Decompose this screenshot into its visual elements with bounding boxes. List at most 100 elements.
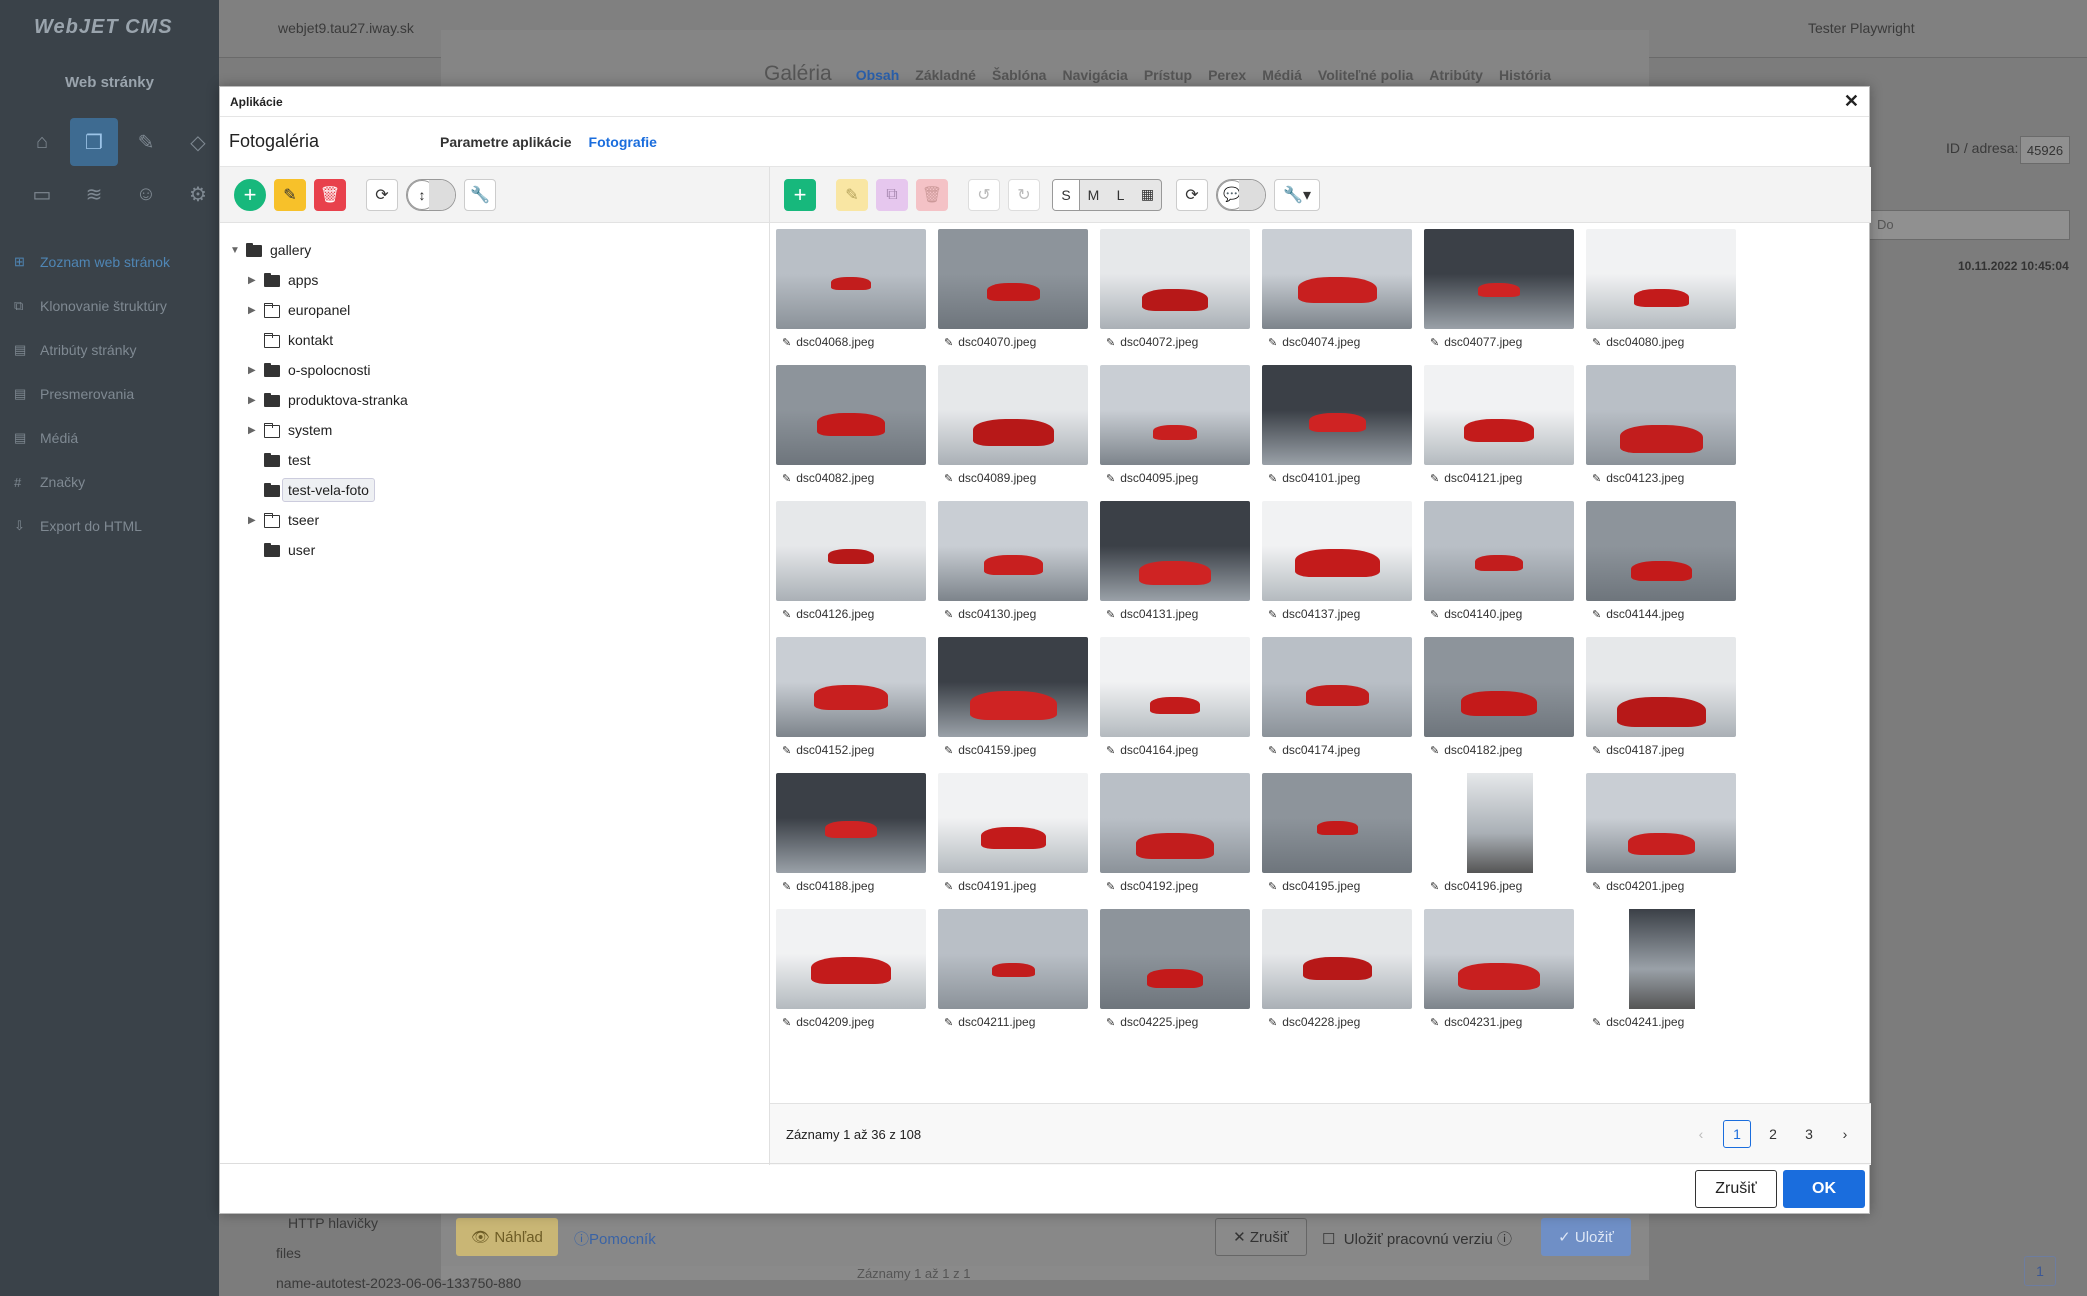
tab-parametre[interactable]: Parametre aplikácie xyxy=(440,134,572,150)
preview-button[interactable]: 👁 Náhľad xyxy=(456,1218,558,1256)
tree-item[interactable]: ▶ europanel xyxy=(230,295,769,325)
photo-item[interactable]: ✎ dsc04211.jpeg xyxy=(938,909,1088,1045)
photo-thumbnail[interactable] xyxy=(1262,909,1412,1009)
add-folder-button[interactable]: + xyxy=(234,178,266,211)
pencil-icon[interactable]: ✎ xyxy=(782,472,791,485)
photo-thumbnail[interactable] xyxy=(1100,773,1250,873)
photo-item[interactable]: ✎ dsc04126.jpeg xyxy=(776,501,926,637)
photo-item[interactable]: ✎ dsc04082.jpeg xyxy=(776,365,926,501)
photo-thumbnail[interactable] xyxy=(776,773,926,873)
photo-thumbnail[interactable] xyxy=(938,909,1088,1009)
photo-thumbnail[interactable] xyxy=(776,365,926,465)
photo-item[interactable]: ✎ dsc04228.jpeg xyxy=(1262,909,1412,1045)
pencil-icon[interactable]: ✎ xyxy=(1592,880,1601,893)
pencil-icon[interactable]: ✎ xyxy=(944,1016,953,1029)
photo-thumbnail[interactable] xyxy=(1424,501,1574,601)
photo-thumbnail[interactable] xyxy=(1586,637,1736,737)
pencil-icon[interactable]: ✎ xyxy=(1592,744,1601,757)
sidebar-item-export[interactable]: ⇩ Export do HTML xyxy=(0,504,219,548)
pencil-icon[interactable]: ✎ xyxy=(944,880,953,893)
photo-item[interactable]: ✎ dsc04121.jpeg xyxy=(1424,365,1574,501)
photo-item[interactable]: ✎ dsc04089.jpeg xyxy=(938,365,1088,501)
tree-item[interactable]: ▶ o-spolocnosti xyxy=(230,355,769,385)
tab-volitelne[interactable]: Voliteľné polia xyxy=(1318,67,1413,83)
pencil-icon[interactable]: ✎ xyxy=(1592,336,1601,349)
photo-item[interactable]: ✎ dsc04077.jpeg xyxy=(1424,229,1574,365)
photo-item[interactable]: ✎ dsc04195.jpeg xyxy=(1262,773,1412,909)
pencil-icon[interactable]: ✎ xyxy=(1268,880,1277,893)
photo-thumbnail[interactable] xyxy=(1586,229,1736,329)
sidebar-item-znacky[interactable]: # Značky xyxy=(0,460,219,504)
caret-icon[interactable]: ▶ xyxy=(248,275,262,286)
size-s[interactable]: S xyxy=(1053,179,1080,210)
pencil-icon[interactable]: ✎ xyxy=(1592,472,1601,485)
pencil-icon[interactable]: ✎ xyxy=(1268,744,1277,757)
gear-icon[interactable]: ⚙ xyxy=(174,170,222,218)
pencil-icon[interactable]: ✎ xyxy=(1592,608,1601,621)
user-menu[interactable]: Tester Playwright xyxy=(1808,20,1915,36)
tab-obsah[interactable]: Obsah xyxy=(856,67,900,83)
photo-thumbnail[interactable] xyxy=(1586,365,1736,465)
cancel-button[interactable]: Zrušiť xyxy=(1695,1169,1777,1208)
pencil-icon[interactable]: ✎ xyxy=(782,880,791,893)
tree-item[interactable]: ▶ apps xyxy=(230,265,769,295)
size-m[interactable]: M xyxy=(1080,180,1107,210)
tree-item[interactable]: name-autotest-2023-06-06-133750-880 xyxy=(236,1268,521,1296)
sidebar-item-media[interactable]: ▤ Médiá xyxy=(0,416,219,460)
prev-page-icon[interactable]: ‹ xyxy=(1687,1120,1715,1148)
photo-thumbnail[interactable] xyxy=(1586,501,1736,601)
sidebar-item-zoznam[interactable]: ⊞ Zoznam web stránok xyxy=(0,240,219,284)
photo-item[interactable]: ✎ dsc04187.jpeg xyxy=(1586,637,1736,773)
site-url[interactable]: webjet9.tau27.iway.sk xyxy=(278,20,414,36)
photo-item[interactable]: ✎ dsc04131.jpeg xyxy=(1100,501,1250,637)
pencil-icon[interactable]: ✎ xyxy=(1106,472,1115,485)
edit-photo-button[interactable]: ✎ xyxy=(836,178,868,211)
caret-icon[interactable]: ▶ xyxy=(248,395,262,406)
pencil-icon[interactable]: ✎ xyxy=(1430,472,1439,485)
pencil-icon[interactable]: ✎ xyxy=(1430,744,1439,757)
tree-item[interactable]: test-vela-foto xyxy=(230,475,769,505)
work-version-checkbox[interactable]: ☐ Uložiť pracovnú verziu ⓘ xyxy=(1322,1228,1512,1249)
photo-item[interactable]: ✎ dsc04182.jpeg xyxy=(1424,637,1574,773)
pencil-icon[interactable]: ✎ xyxy=(944,608,953,621)
caret-icon[interactable]: ▼ xyxy=(230,245,244,256)
photo-thumbnail[interactable] xyxy=(776,229,926,329)
photo-item[interactable]: ✎ dsc04144.jpeg xyxy=(1586,501,1736,637)
photo-item[interactable]: ✎ dsc04159.jpeg xyxy=(938,637,1088,773)
photo-item[interactable]: ✎ dsc04074.jpeg xyxy=(1262,229,1412,365)
photo-item[interactable]: ✎ dsc04072.jpeg xyxy=(1100,229,1250,365)
user-icon[interactable]: ☺ xyxy=(122,170,170,218)
pencil-icon[interactable]: ✎ xyxy=(1592,1016,1601,1029)
sidebar-item-atributy[interactable]: ▤ Atribúty stránky xyxy=(0,328,219,372)
photo-thumbnail[interactable] xyxy=(776,637,926,737)
caret-icon[interactable]: ▶ xyxy=(248,425,262,436)
tab-zakladne[interactable]: Základné xyxy=(915,67,976,83)
tab-navigacia[interactable]: Navigácia xyxy=(1062,67,1127,83)
pencil-icon[interactable]: ✎ xyxy=(782,608,791,621)
edit-folder-button[interactable]: ✎ xyxy=(274,178,306,211)
photo-item[interactable]: ✎ dsc04070.jpeg xyxy=(938,229,1088,365)
tree-item[interactable]: test xyxy=(230,445,769,475)
tree-item[interactable]: kontakt xyxy=(230,325,769,355)
pencil-icon[interactable]: ✎ xyxy=(1268,336,1277,349)
pencil-icon[interactable]: ✎ xyxy=(1106,336,1115,349)
photo-item[interactable]: ✎ dsc04209.jpeg xyxy=(776,909,926,1045)
photo-thumbnail[interactable] xyxy=(1100,229,1250,329)
photo-item[interactable]: ✎ dsc04191.jpeg xyxy=(938,773,1088,909)
rotate-right-icon[interactable]: ↻ xyxy=(1008,178,1040,211)
tree-item[interactable]: ▼ gallery xyxy=(230,235,769,265)
tab-media[interactable]: Médiá xyxy=(1262,67,1302,83)
photo-thumbnail[interactable] xyxy=(938,637,1088,737)
layers-icon[interactable]: ≋ xyxy=(70,170,118,218)
pencil-icon[interactable]: ✎ xyxy=(944,744,953,757)
photo-thumbnail[interactable] xyxy=(1100,637,1250,737)
comment-toggle[interactable]: 💬 xyxy=(1216,178,1266,211)
pencil-icon[interactable]: ✎ xyxy=(1268,1016,1277,1029)
photo-thumbnail[interactable] xyxy=(1424,637,1574,737)
page-2[interactable]: 2 xyxy=(1759,1120,1787,1148)
pencil-icon[interactable]: ✎ xyxy=(1430,336,1439,349)
photo-thumbnail[interactable] xyxy=(1262,501,1412,601)
pencil-icon[interactable]: ✎ xyxy=(782,1016,791,1029)
pencil-icon[interactable]: ✎ xyxy=(1430,1016,1439,1029)
photo-item[interactable]: ✎ dsc04241.jpeg xyxy=(1586,909,1736,1045)
